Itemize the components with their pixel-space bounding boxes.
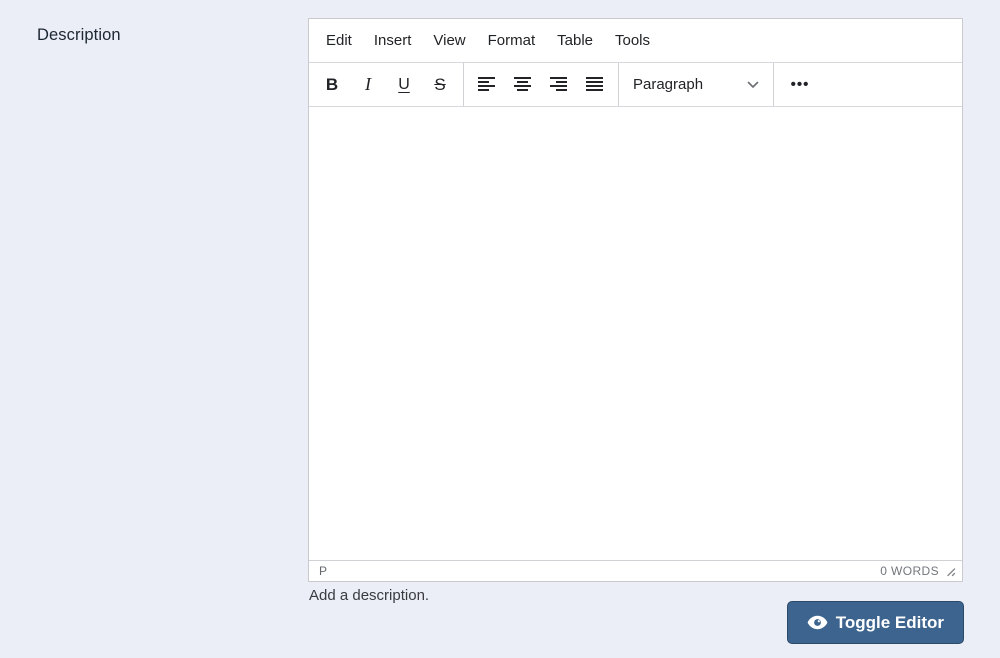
more-toolbar-button[interactable]: ••• [779, 68, 821, 102]
underline-icon: U [398, 75, 410, 93]
align-center-icon [514, 77, 531, 91]
bold-icon: B [325, 74, 339, 94]
strikethrough-button[interactable]: S [422, 68, 458, 102]
toolbar-group-text-style: B I U S [309, 63, 464, 106]
description-help-text: Add a description. [309, 587, 430, 604]
ellipsis-icon: ••• [790, 76, 810, 93]
underline-button[interactable]: U [386, 68, 422, 102]
toggle-editor-label: Toggle Editor [835, 612, 944, 632]
rich-text-editor: Edit Insert View Format Table Tools B I … [308, 18, 963, 582]
chevron-down-icon [747, 81, 759, 88]
align-right-icon [550, 77, 567, 91]
strikethrough-icon: S [434, 74, 446, 94]
paragraph-format-label: Paragraph [633, 76, 704, 93]
editor-statusbar: P 0 WORDS [309, 560, 962, 581]
word-count[interactable]: 0 WORDS [880, 564, 939, 578]
align-justify-button[interactable] [577, 68, 613, 102]
bold-button[interactable]: B [314, 68, 350, 102]
italic-button[interactable]: I [350, 68, 386, 102]
editor-toolbar: B I U S Paragraph ••• [309, 63, 962, 107]
align-left-icon [478, 77, 495, 91]
menu-table[interactable]: Table [549, 26, 601, 55]
menu-tools[interactable]: Tools [607, 26, 658, 55]
align-left-button[interactable] [469, 68, 505, 102]
align-center-button[interactable] [505, 68, 541, 102]
eye-icon [807, 615, 828, 630]
resize-handle[interactable] [943, 564, 958, 579]
toggle-editor-button[interactable]: Toggle Editor [786, 601, 964, 644]
description-field-label: Description [37, 26, 121, 44]
editor-menubar: Edit Insert View Format Table Tools [309, 19, 962, 63]
menu-format[interactable]: Format [480, 26, 544, 55]
menu-insert[interactable]: Insert [366, 26, 420, 55]
toolbar-group-format: Paragraph [619, 63, 774, 106]
toolbar-group-alignment [464, 63, 619, 106]
italic-icon: I [365, 74, 371, 94]
align-right-button[interactable] [541, 68, 577, 102]
menu-edit[interactable]: Edit [318, 26, 360, 55]
align-justify-icon [586, 77, 603, 91]
resize-grip-icon [947, 567, 956, 576]
element-path[interactable]: P [319, 564, 327, 578]
menu-view[interactable]: View [425, 26, 473, 55]
toolbar-group-more: ••• [774, 63, 826, 106]
paragraph-format-select[interactable]: Paragraph [624, 68, 768, 102]
editor-content-area[interactable] [309, 107, 962, 560]
